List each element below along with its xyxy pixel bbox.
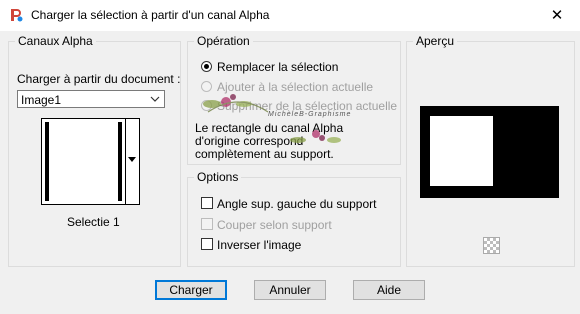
help-button[interactable]: Aide: [353, 280, 425, 300]
checkbox-top-left-corner[interactable]: [201, 197, 213, 209]
channel-thumbnail: [45, 122, 122, 201]
paintshop-icon: [11, 9, 23, 22]
load-from-document-label: Charger à partir du document :: [17, 72, 181, 86]
checkbox-clip-to-canvas-label: Couper selon support: [217, 218, 332, 232]
load-button[interactable]: Charger: [155, 280, 227, 300]
checkbox-invert-image-label[interactable]: Inverser l'image: [217, 238, 301, 252]
options-legend: Options: [194, 170, 242, 184]
checkerboard-icon[interactable]: [483, 237, 500, 254]
title-bar: Charger la sélection à partir d'un canal…: [0, 0, 580, 31]
watermark-text: MichèleB-Graphisme: [268, 111, 352, 118]
checkbox-top-left-corner-label[interactable]: Angle sup. gauche du support: [217, 197, 376, 211]
checkbox-clip-to-canvas: [201, 218, 213, 230]
operation-legend: Opération: [194, 34, 253, 48]
chevron-down-icon: [150, 96, 160, 102]
operation-note-line1: Le rectangle du canal Alpha: [195, 121, 344, 135]
alpha-channels-legend: Canaux Alpha: [15, 34, 96, 48]
close-icon: ✕: [550, 7, 564, 24]
preview-legend: Aperçu: [413, 34, 458, 48]
channel-thumbnail-select[interactable]: [41, 118, 140, 205]
window-title: Charger la sélection à partir d'un canal…: [31, 8, 270, 22]
operation-note-line2: d'origine correspond: [195, 134, 304, 148]
document-select[interactable]: Image1: [17, 90, 165, 108]
close-button[interactable]: ✕: [534, 0, 580, 31]
document-select-value: Image1: [21, 93, 62, 107]
preview-selection: [430, 116, 493, 186]
selection-name-label: Selectie 1: [67, 215, 120, 229]
radio-add-selection: [201, 81, 212, 92]
radio-remove-selection: [201, 100, 212, 111]
radio-add-selection-label: Ajouter à la sélection actuelle: [217, 80, 374, 94]
channel-dropdown-button[interactable]: [125, 119, 139, 204]
radio-replace-selection[interactable]: [201, 61, 212, 72]
operation-note-line3: complètement au support.: [195, 147, 334, 161]
dropdown-arrow-icon: [128, 157, 136, 162]
radio-replace-selection-label[interactable]: Remplacer la sélection: [217, 60, 338, 74]
cancel-button[interactable]: Annuler: [254, 280, 326, 300]
checkbox-invert-image[interactable]: [201, 238, 213, 250]
